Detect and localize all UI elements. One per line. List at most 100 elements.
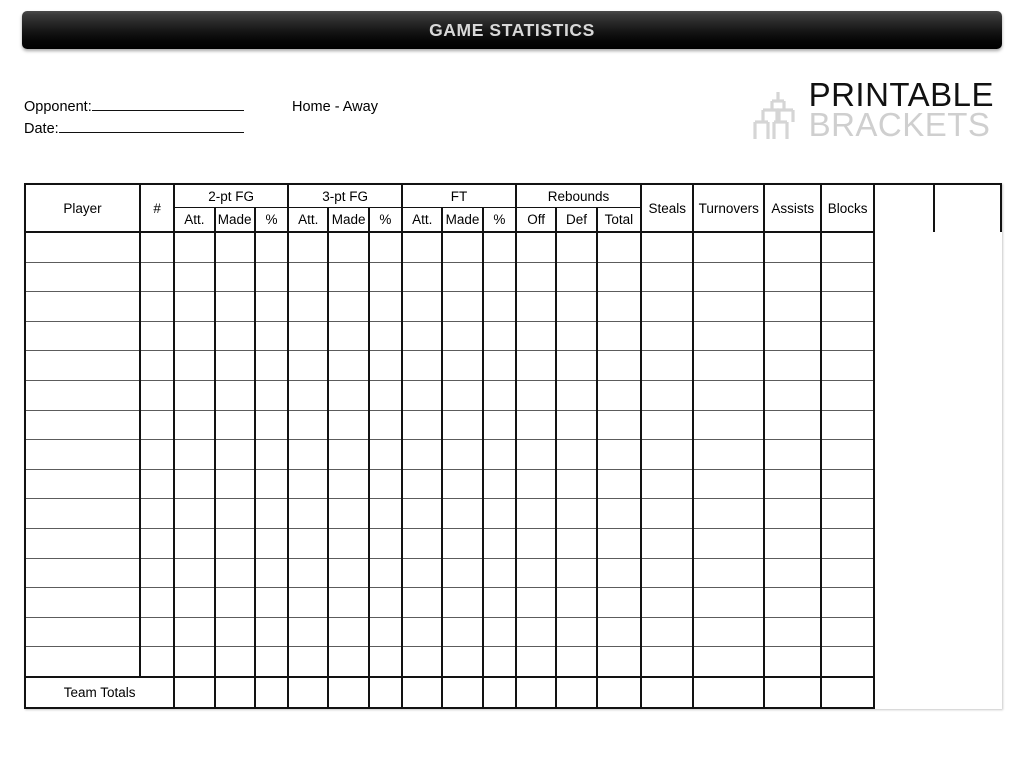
stat-cell[interactable] (213, 616, 256, 648)
team-total-cell[interactable] (762, 675, 823, 709)
stat-cell[interactable] (213, 409, 256, 441)
team-total-cell[interactable] (213, 675, 256, 709)
player-name-cell[interactable] (24, 557, 141, 589)
stat-cell[interactable] (213, 291, 256, 322)
stat-cell[interactable] (173, 261, 216, 293)
stat-cell[interactable] (640, 468, 695, 500)
stat-cell[interactable] (555, 646, 598, 678)
player-name-cell[interactable] (24, 230, 141, 263)
stat-cell[interactable] (138, 291, 176, 322)
stat-cell[interactable] (820, 587, 875, 618)
stat-cell[interactable] (327, 230, 370, 263)
date-input-line[interactable] (58, 119, 244, 133)
stat-cell[interactable] (514, 439, 558, 470)
stat-cell[interactable] (692, 439, 765, 470)
stat-cell[interactable] (173, 439, 216, 470)
stat-cell[interactable] (327, 587, 370, 618)
stat-cell[interactable] (367, 350, 404, 381)
stat-cell[interactable] (441, 320, 484, 352)
stat-cell[interactable] (595, 350, 643, 381)
stat-cell[interactable] (213, 230, 256, 263)
stat-cell[interactable] (514, 320, 558, 352)
stat-cell[interactable] (692, 498, 765, 529)
stat-cell[interactable] (820, 498, 875, 529)
stat-cell[interactable] (762, 616, 823, 648)
stat-cell[interactable] (514, 587, 558, 618)
stat-cell[interactable] (595, 557, 643, 589)
stat-cell[interactable] (595, 320, 643, 352)
stat-cell[interactable] (138, 379, 176, 411)
stat-cell[interactable] (287, 646, 330, 678)
stat-cell[interactable] (555, 261, 598, 293)
stat-cell[interactable] (692, 291, 765, 322)
team-total-cell[interactable] (401, 675, 444, 709)
stat-cell[interactable] (640, 439, 695, 470)
team-total-cell[interactable] (820, 675, 875, 709)
stat-cell[interactable] (481, 409, 518, 441)
stat-cell[interactable] (514, 557, 558, 589)
stat-cell[interactable] (692, 230, 765, 263)
stat-cell[interactable] (692, 350, 765, 381)
stat-cell[interactable] (138, 350, 176, 381)
stat-cell[interactable] (762, 320, 823, 352)
stat-cell[interactable] (514, 616, 558, 648)
stat-cell[interactable] (514, 291, 558, 322)
stat-cell[interactable] (367, 587, 404, 618)
stat-cell[interactable] (138, 587, 176, 618)
stat-cell[interactable] (173, 527, 216, 559)
opponent-input-line[interactable] (91, 97, 244, 111)
stat-cell[interactable] (138, 468, 176, 500)
stat-cell[interactable] (327, 320, 370, 352)
stat-cell[interactable] (820, 409, 875, 441)
stat-cell[interactable] (514, 261, 558, 293)
player-name-cell[interactable] (24, 527, 141, 559)
stat-cell[interactable] (287, 439, 330, 470)
stat-cell[interactable] (481, 498, 518, 529)
stat-cell[interactable] (401, 527, 444, 559)
stat-cell[interactable] (367, 527, 404, 559)
stat-cell[interactable] (173, 350, 216, 381)
stat-cell[interactable] (327, 291, 370, 322)
stat-cell[interactable] (595, 291, 643, 322)
stat-cell[interactable] (367, 320, 404, 352)
stat-cell[interactable] (253, 291, 290, 322)
stat-cell[interactable] (287, 468, 330, 500)
stat-cell[interactable] (401, 557, 444, 589)
stat-cell[interactable] (138, 557, 176, 589)
stat-cell[interactable] (367, 498, 404, 529)
stat-cell[interactable] (481, 350, 518, 381)
stat-cell[interactable] (640, 379, 695, 411)
stat-cell[interactable] (213, 646, 256, 678)
team-total-cell[interactable] (327, 675, 370, 709)
stat-cell[interactable] (555, 498, 598, 529)
stat-cell[interactable] (327, 350, 370, 381)
stat-cell[interactable] (595, 439, 643, 470)
stat-cell[interactable] (595, 261, 643, 293)
stat-cell[interactable] (820, 291, 875, 322)
team-total-cell[interactable] (692, 675, 765, 709)
stat-cell[interactable] (213, 587, 256, 618)
stat-cell[interactable] (173, 379, 216, 411)
stat-cell[interactable] (595, 230, 643, 263)
stat-cell[interactable] (173, 409, 216, 441)
stat-cell[interactable] (401, 646, 444, 678)
stat-cell[interactable] (213, 468, 256, 500)
stat-cell[interactable] (692, 320, 765, 352)
stat-cell[interactable] (481, 439, 518, 470)
stat-cell[interactable] (253, 587, 290, 618)
stat-cell[interactable] (287, 616, 330, 648)
stat-cell[interactable] (762, 291, 823, 322)
stat-cell[interactable] (762, 587, 823, 618)
stat-cell[interactable] (481, 320, 518, 352)
stat-cell[interactable] (555, 291, 598, 322)
stat-cell[interactable] (213, 320, 256, 352)
stat-cell[interactable] (820, 261, 875, 293)
stat-cell[interactable] (595, 468, 643, 500)
stat-cell[interactable] (692, 587, 765, 618)
stat-cell[interactable] (401, 616, 444, 648)
stat-cell[interactable] (514, 379, 558, 411)
stat-cell[interactable] (595, 379, 643, 411)
player-name-cell[interactable] (24, 646, 141, 678)
stat-cell[interactable] (441, 409, 484, 441)
stat-cell[interactable] (640, 291, 695, 322)
